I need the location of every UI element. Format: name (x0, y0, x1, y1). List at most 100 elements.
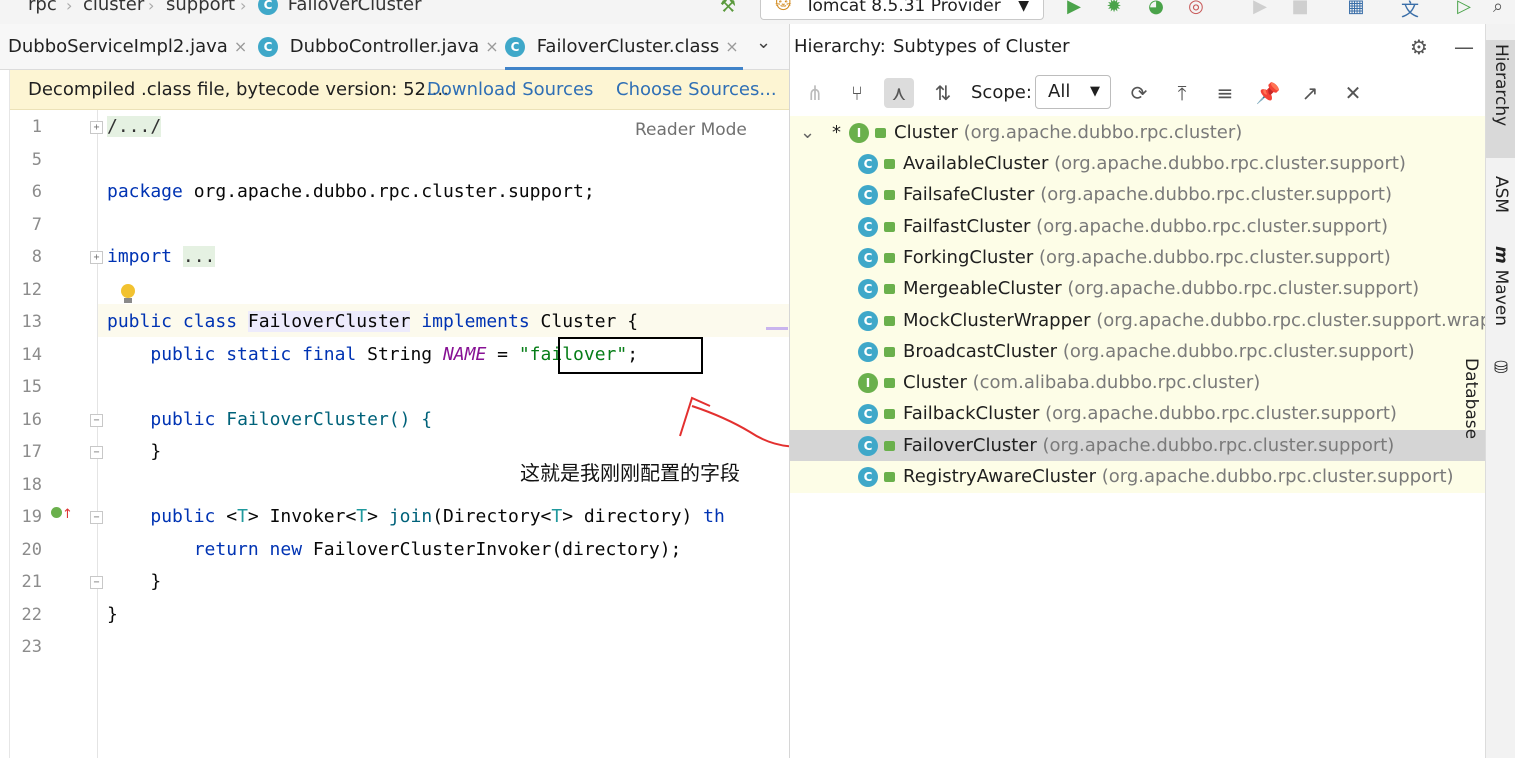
navigation-bar: rpc › cluster › support › C FailoverClus… (0, 0, 1515, 24)
hierarchy-tool-button[interactable]: Hierarchy (1486, 40, 1515, 158)
chevron-down-icon[interactable]: ⌄ (756, 32, 771, 53)
stop-icon[interactable]: ■ (1288, 0, 1312, 18)
sort-alphabetically-icon[interactable]: ⇅ (928, 78, 958, 108)
lightbulb-icon[interactable] (118, 282, 138, 306)
tab-label: FailoverCluster.class (536, 36, 720, 57)
tab-dubboserviceimpl2[interactable]: DubboServiceImpl2.java × (8, 24, 247, 70)
lock-icon (875, 128, 886, 138)
search-icon[interactable]: ⌕ (1486, 0, 1510, 18)
coverage-icon[interactable]: ◕ (1144, 0, 1168, 18)
subtypes-icon[interactable]: ⋏ (884, 78, 914, 108)
close-icon[interactable]: × (725, 37, 738, 56)
folded-imports[interactable]: ... (182, 246, 216, 267)
fold-expand-icon[interactable]: + (90, 121, 103, 134)
presentation-icon[interactable]: ▷ (1452, 0, 1476, 18)
fold-collapse-icon[interactable]: − (90, 446, 103, 459)
code-token: > Invoker< (247, 506, 357, 527)
open-in-window-icon[interactable]: ↗ (1295, 78, 1325, 108)
tree-node[interactable]: C BroadcastCluster (org.apache.dubbo.rpc.… (790, 336, 1486, 367)
fold-collapse-icon[interactable]: − (90, 511, 103, 524)
folded-comment[interactable]: /.../ (107, 116, 162, 137)
translate-icon[interactable]: 文 (1398, 0, 1422, 21)
debug-icon[interactable]: ✹ (1102, 0, 1126, 18)
expand-all-icon[interactable]: ≡ (1210, 78, 1240, 108)
tab-failovercluster[interactable]: C FailoverCluster.class × (505, 24, 743, 70)
fold-collapse-icon[interactable]: − (90, 576, 103, 589)
type-hierarchy-icon[interactable]: ⑂ (842, 78, 872, 108)
code-line-8: import ... (107, 246, 216, 267)
scope-dropdown[interactable]: All ▼ (1035, 75, 1111, 109)
fold-collapse-icon[interactable]: − (90, 414, 103, 427)
tree-node[interactable]: C FailfastCluster (org.apache.dubbo.rpc.c… (790, 211, 1486, 242)
breadcrumb-cluster[interactable]: cluster (83, 0, 144, 15)
breadcrumb-rpc[interactable]: rpc (28, 0, 57, 15)
fold-expand-icon[interactable]: + (90, 251, 103, 264)
tab-dubbocontroller[interactable]: C DubboController.java × (258, 24, 499, 70)
tab-label: DubboServiceImpl2.java (8, 36, 228, 57)
download-sources-link[interactable]: Download Sources (427, 70, 593, 110)
node-name: Cluster (903, 372, 967, 394)
breadcrumb-failovercluster[interactable]: C FailoverCluster (258, 0, 422, 15)
keyword: import (107, 246, 173, 267)
interface-icon: I (858, 373, 878, 394)
class-icon: C (858, 279, 878, 300)
code-token: FailoverClusterInvoker(directory); (302, 539, 682, 560)
line-number: 23 (21, 637, 42, 657)
tree-node[interactable]: C RegistryAwareCluster (org.apache.dubbo.… (790, 461, 1486, 492)
refresh-icon[interactable]: ⟳ (1124, 78, 1154, 108)
tool-label: Database (1461, 358, 1481, 440)
asm-tool-button[interactable]: ASM (1486, 176, 1515, 226)
tree-node[interactable]: C MergeableCluster (org.apache.dubbo.rpc.… (790, 273, 1486, 304)
node-package: (org.apache.dubbo.rpc.cluster.support) (1045, 403, 1397, 425)
operator: = (486, 344, 519, 365)
profile-icon[interactable]: ◎ (1184, 0, 1208, 18)
tree-node[interactable]: C FailbackCluster (org.apache.dubbo.rpc.c… (790, 398, 1486, 429)
supertypes-icon[interactable]: ⋔ (800, 78, 830, 108)
type-parameter: T (356, 506, 368, 527)
project-structure-icon[interactable]: ▦ (1344, 0, 1368, 18)
reader-mode-toggle[interactable]: Reader Mode (635, 120, 747, 140)
maven-tool-button[interactable]: m Maven (1486, 246, 1515, 332)
hierarchy-title: Hierarchy: (794, 36, 886, 57)
build-hammer-icon[interactable]: ⚒ (716, 0, 740, 18)
lock-icon (884, 440, 895, 451)
field-name: NAME (442, 344, 487, 365)
code-line-16: public FailoverCluster() { (107, 409, 432, 430)
implements-marker-icon[interactable]: ↑ (51, 507, 73, 522)
class-icon: C (858, 154, 878, 174)
run-icon[interactable]: ▶ (1062, 0, 1086, 18)
run-configuration-selector[interactable]: 🐱 Tomcat 8.5.31 Provider ▼ (760, 0, 1044, 20)
tree-node[interactable]: C FailsafeCluster (org.apache.dubbo.rpc.c… (790, 179, 1486, 210)
code-line-17: } (107, 441, 161, 462)
keyword: public static final (150, 344, 357, 365)
pin-icon[interactable]: 📌 (1253, 78, 1283, 108)
run-disabled-icon[interactable]: ▶ (1248, 0, 1272, 18)
choose-sources-link[interactable]: Choose Sources... (616, 70, 777, 110)
code-token: < (215, 506, 238, 527)
tool-label: Hierarchy (1491, 44, 1511, 127)
tree-root-node[interactable]: ⌄ * I Cluster (org.apache.dubbo.rpc.clust… (790, 117, 1486, 148)
database-tool-button[interactable]: ⛁ Database (1461, 358, 1515, 462)
close-icon[interactable]: ✕ (1338, 78, 1368, 108)
tree-node[interactable]: I Cluster (com.alibaba.dubbo.rpc.cluster) (790, 367, 1486, 398)
node-package: (org.apache.dubbo.rpc.cluster.support) (1042, 434, 1395, 456)
close-icon[interactable]: × (234, 37, 247, 56)
line-number: 17 (21, 442, 42, 462)
tree-node[interactable]: C AvailableCluster (org.apache.dubbo.rpc.… (790, 148, 1486, 179)
gear-icon[interactable]: ⚙ (1410, 24, 1428, 70)
tree-node[interactable]: C MockClusterWrapper (org.apache.dubbo.rp… (790, 305, 1486, 336)
chevron-down-icon[interactable]: ⌄ (800, 117, 815, 148)
code-line-21: } (107, 571, 161, 592)
breadcrumb-support[interactable]: support (166, 0, 235, 15)
export-icon[interactable]: ⤒ (1167, 78, 1197, 108)
type-parameter: T (237, 506, 248, 527)
minimize-icon[interactable]: — (1454, 24, 1474, 70)
tree-node[interactable]: C FailoverCluster (org.apache.dubbo.rpc.c… (790, 429, 1486, 461)
class-icon: C (858, 435, 878, 456)
keyword: package (107, 181, 183, 202)
tree-node[interactable]: C ForkingCluster (org.apache.dubbo.rpc.cl… (790, 242, 1486, 273)
code-editor[interactable]: 1 5 6 7 8 12 13 14 15 16 17 18 19 20 21 … (10, 110, 789, 758)
breadcrumb-separator: › (148, 0, 155, 15)
close-icon[interactable]: × (485, 37, 498, 56)
line-number: 22 (21, 605, 42, 625)
